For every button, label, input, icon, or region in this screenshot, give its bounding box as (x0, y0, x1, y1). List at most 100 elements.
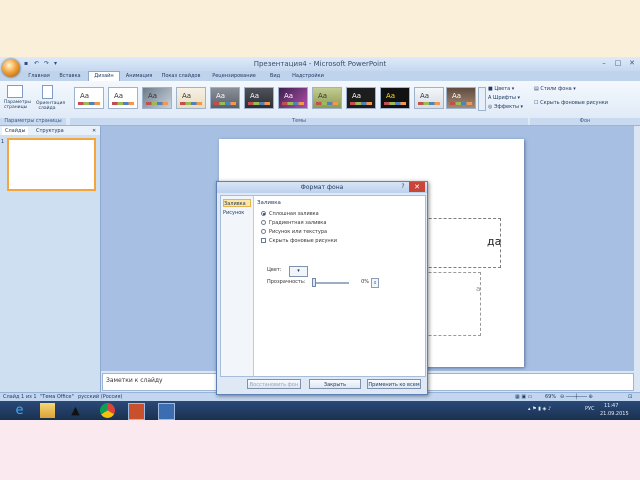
tray-time[interactable]: 11:47 (604, 403, 618, 409)
theme-tile[interactable]: Aa (74, 87, 104, 109)
theme-tile[interactable]: Aa (176, 87, 206, 109)
tab-design[interactable]: Дизайн (88, 71, 120, 81)
hide-background-checkbox[interactable]: ☐ Скрыть фоновые рисунки (534, 100, 608, 107)
tab-home[interactable]: Главная (26, 72, 52, 81)
tab-slideshow[interactable]: Показ слайдов (160, 72, 202, 81)
ribbon: Параметры страницы Ориентация слайда Пар… (0, 81, 640, 126)
tray-language[interactable]: РУС (585, 406, 595, 412)
transparency-spinner[interactable]: ⇕ (371, 278, 379, 288)
slide-orientation-button[interactable]: Ориентация слайда (36, 85, 65, 115)
reset-background-button[interactable]: Восстановить фон (247, 379, 301, 389)
taskbar: e ▲ ▴ ⚑ ▮ ◈ ♪ РУС 11:47 21.09.2015 (0, 401, 640, 420)
tray-icons[interactable]: ▴ ⚑ ▮ ◈ ♪ (528, 406, 551, 412)
color-picker-button[interactable]: ▾ (289, 266, 308, 277)
hide-graphics-option[interactable]: Скрыть фоновые рисунки (261, 237, 337, 244)
tab-addins[interactable]: Надстройки (288, 72, 328, 81)
theme-fonts-button[interactable]: A Шрифты ▾ (488, 95, 520, 102)
radio-icon[interactable] (261, 211, 266, 216)
tab-outline[interactable]: Структура (36, 127, 64, 135)
theme-tile[interactable]: Aa (244, 87, 274, 109)
close-icon[interactable]: ✕ (409, 182, 425, 192)
theme-tile[interactable]: Aa (210, 87, 240, 109)
transparency-label: Прозрачность: (267, 279, 306, 285)
slides-pane: Слайды Структура ✕ 1 (0, 126, 101, 392)
transparency-slider-thumb[interactable] (312, 278, 316, 287)
color-label: Цвет: (267, 267, 282, 273)
tray-date[interactable]: 21.09.2015 (600, 411, 629, 417)
window-controls: – □ ✕ (598, 58, 638, 68)
slide-thumbnail[interactable] (7, 138, 96, 191)
maximize-icon[interactable]: □ (612, 58, 624, 68)
theme-tile[interactable]: Aa (446, 87, 476, 109)
fit-window-icon[interactable]: ⊡ (628, 394, 632, 401)
nav-item-picture[interactable]: Рисунок (223, 209, 251, 217)
background-styles-button[interactable]: ▤ Стили фона ▾ (534, 86, 576, 93)
slide-number: 1 (1, 139, 5, 145)
radio-icon[interactable] (261, 229, 266, 234)
nav-item-fill[interactable]: Заливка (223, 199, 251, 207)
theme-colors-button[interactable]: ■ Цвета ▾ (488, 86, 514, 93)
radio-icon[interactable] (261, 220, 266, 225)
status-language[interactable]: русский (Россия) (78, 394, 122, 401)
zoom-level[interactable]: 69% (545, 394, 556, 401)
theme-tile[interactable]: Aa (142, 87, 172, 109)
theme-tile[interactable]: Aa (380, 87, 410, 109)
powerpoint-icon[interactable] (128, 403, 145, 420)
solid-fill-option[interactable]: Сплошная заливка (261, 210, 319, 217)
dialog-title: Формат фона (300, 184, 344, 191)
ie-icon[interactable]: e (12, 403, 27, 418)
apply-to-all-button[interactable]: Применить ко всем (367, 379, 421, 389)
minimize-icon[interactable]: – (598, 58, 610, 68)
help-icon[interactable]: ? (398, 183, 408, 192)
explorer-icon[interactable] (40, 403, 55, 418)
close-icon[interactable]: ✕ (626, 58, 638, 68)
status-slide: Слайд 1 из 1 (3, 394, 37, 400)
tab-review[interactable]: Рецензирование (206, 72, 262, 81)
dialog-nav: Заливка Рисунок (221, 196, 254, 376)
subtitle-placeholder-text: а (476, 285, 481, 293)
group-label-background: Фон (530, 118, 640, 125)
close-icon[interactable]: ✕ (92, 127, 96, 135)
section-heading: Заливка (257, 200, 281, 206)
theme-tile[interactable]: Aa (108, 87, 138, 109)
checkbox-icon[interactable] (261, 238, 266, 243)
tab-insert[interactable]: Вставка (56, 72, 84, 81)
tab-animation[interactable]: Анимация (122, 72, 156, 81)
status-theme: "Тема Office" (40, 394, 74, 400)
chrome-icon[interactable] (100, 403, 115, 418)
theme-tile[interactable]: Aa (346, 87, 376, 109)
group-label-page-setup: Параметры страницы (0, 118, 66, 125)
transparency-slider[interactable] (313, 282, 349, 284)
theme-tile[interactable]: Aa (312, 87, 342, 109)
title-placeholder-text: да (487, 235, 502, 248)
bottom-decor-band (0, 420, 640, 480)
tab-view[interactable]: Вид (266, 72, 284, 81)
tab-slides[interactable]: Слайды (2, 127, 29, 135)
gradient-fill-option[interactable]: Градиентная заливка (261, 219, 326, 226)
window-title: Презентация4 - Microsoft PowerPoint (253, 60, 387, 68)
vertical-scrollbar[interactable] (633, 126, 640, 371)
theme-gallery-scroll[interactable] (478, 87, 486, 111)
close-button[interactable]: Закрыть (309, 379, 361, 389)
picture-texture-option[interactable]: Рисунок или текстура (261, 228, 327, 235)
theme-effects-button[interactable]: ◎ Эффекты ▾ (488, 104, 523, 111)
orientation-icon (41, 85, 53, 99)
transparency-value[interactable]: 0% (357, 278, 369, 286)
notes-text: Заметки к слайду (106, 377, 163, 384)
taskbar-app-icon[interactable] (158, 403, 175, 420)
theme-tile[interactable]: Aa (278, 87, 308, 109)
dialog-title-bar: Формат фона ? ✕ (217, 182, 427, 193)
page-setup-icon (7, 85, 23, 98)
theme-tile[interactable]: Aa (414, 87, 444, 109)
page-setup-button[interactable]: Параметры страницы (4, 85, 31, 115)
office-button[interactable] (2, 59, 20, 77)
top-decor-band (0, 0, 640, 57)
ribbon-tabs: Главная Вставка Дизайн Анимация Показ сл… (0, 71, 640, 81)
zoom-slider[interactable]: ⊖ ───┼─── ⊕ (560, 394, 593, 401)
screen: ▪ ↶ ↷ ▾ Презентация4 - Microsoft PowerPo… (0, 57, 640, 420)
dialog-content: Заливка Сплошная заливка Градиентная зал… (257, 198, 421, 374)
format-background-dialog: Формат фона ? ✕ Заливка Рисунок Заливка … (216, 181, 428, 395)
view-buttons[interactable]: ▦ ▣ ▭ (515, 394, 532, 401)
slides-pane-tabs: Слайды Структура ✕ (0, 126, 100, 135)
app-icon[interactable]: ▲ (68, 403, 83, 418)
